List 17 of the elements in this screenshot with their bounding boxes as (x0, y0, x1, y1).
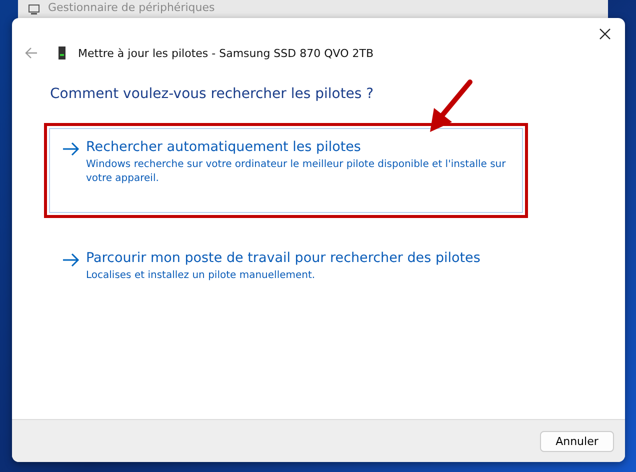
option-title: Rechercher automatiquement les pilotes (86, 139, 362, 155)
window-title: Gestionnaire de périphériques (48, 1, 215, 15)
cancel-button[interactable]: Annuler (540, 430, 614, 452)
option-link[interactable]: Parcourir mon poste de travail pour rechercher des pilotes Localises et installez un pilote manuellement. (49, 239, 523, 310)
dialog-title: Mettre à jour les pilotes - Samsung SSD 870 QVO 2TB (78, 46, 374, 60)
option-description: Windows recherche sur votre ordinateur le meilleur pilote disponible et l'installe sur votre appareil. (86, 158, 507, 186)
arrow-icon (62, 253, 80, 267)
back-arrow-icon (24, 47, 38, 59)
option-description: Localises et installez un pilote manuellement. (86, 269, 316, 283)
close-icon (599, 28, 611, 40)
option-title: Parcourir mon poste de travail pour rechercher des pilotes (86, 250, 480, 266)
arrow-icon (62, 142, 80, 156)
annotation-arrow (428, 78, 474, 134)
drive-icon (58, 46, 66, 60)
question-heading: Comment voulez-vous rechercher les pilotes ? (50, 86, 375, 102)
back-button[interactable] (24, 47, 38, 59)
computer-icon (28, 3, 40, 15)
